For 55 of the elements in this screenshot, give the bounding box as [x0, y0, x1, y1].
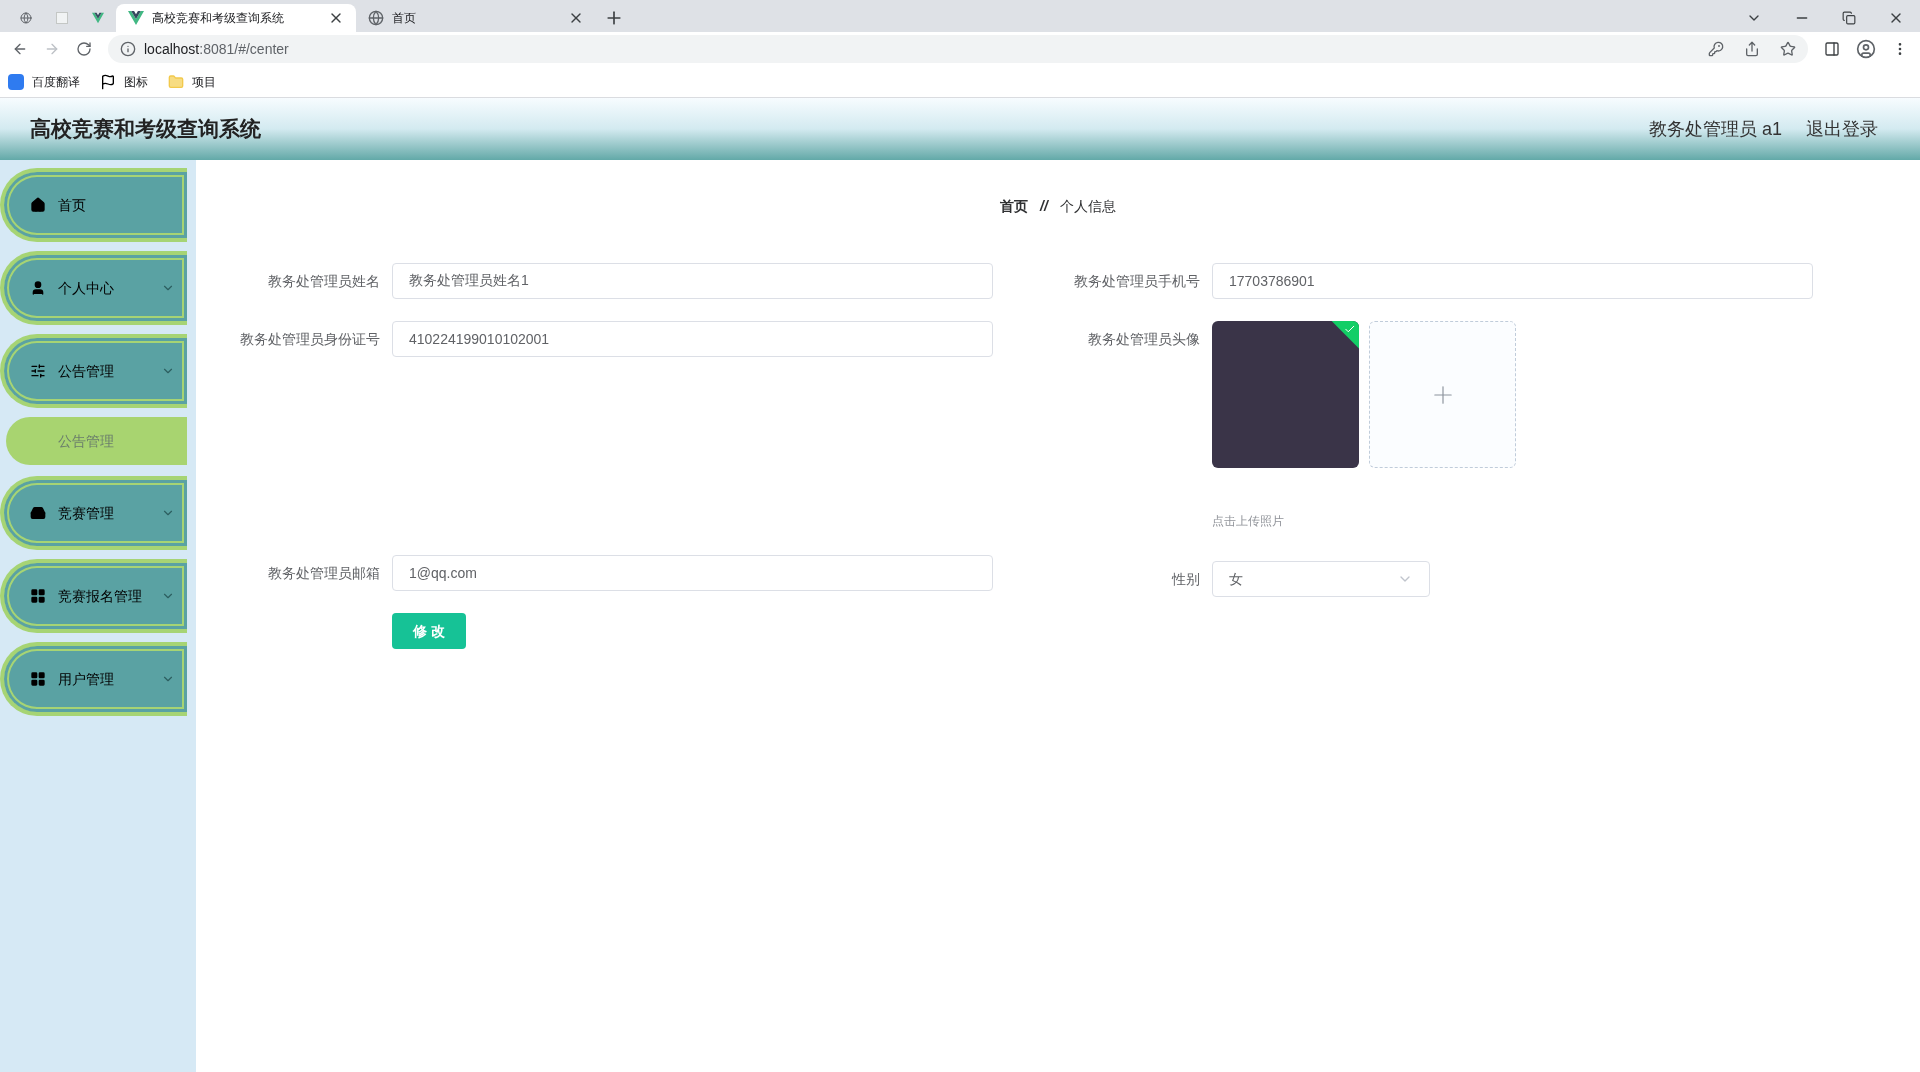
sliders-icon: [30, 363, 46, 379]
gender-select[interactable]: 女: [1212, 561, 1430, 597]
tab-title: 高校竞赛和考级查询系统: [152, 10, 285, 27]
menu-item[interactable]: 公告管理: [0, 334, 187, 408]
restore-icon[interactable]: [1842, 11, 1856, 25]
field-label: 教务处管理员手机号: [1074, 272, 1200, 289]
page-icon: [56, 12, 68, 24]
bookmark[interactable]: 图标: [100, 72, 148, 91]
home-icon: [30, 197, 46, 213]
grid-icon: [30, 671, 46, 687]
email-input[interactable]: 1@qq.com: [392, 555, 993, 591]
field-label: 教务处管理员身份证号: [240, 330, 380, 347]
menu-item[interactable]: 用户管理: [0, 642, 187, 716]
profile-icon[interactable]: [1856, 39, 1876, 59]
menu-item[interactable]: 个人中心: [0, 251, 187, 325]
side-panel-icon[interactable]: [1824, 41, 1840, 57]
bookmark[interactable]: 百度翻译: [8, 72, 80, 91]
breadcrumb-current: 个人信息: [1059, 197, 1116, 216]
reload-icon[interactable]: [76, 41, 92, 57]
folder-icon: [168, 73, 184, 90]
v-logo-icon: [128, 10, 144, 26]
id-card-input[interactable]: 410224199010102001: [392, 321, 993, 357]
tray-icon: [30, 505, 46, 521]
tab-title: 首页: [392, 10, 417, 27]
browser-tab[interactable]: 高校竞赛和考级查询系统: [116, 4, 356, 32]
globe-icon: [20, 10, 32, 26]
upload-hint: 点击上传照片: [1212, 513, 1285, 530]
bookmark[interactable]: 项目: [168, 72, 216, 91]
field-label: 教务处管理员邮箱: [268, 564, 380, 581]
breadcrumb-link[interactable]: 首页: [1000, 196, 1029, 217]
address-bar[interactable]: localhost:8081/#/center: [108, 35, 1808, 63]
menu-item[interactable]: 竞赛管理: [0, 476, 187, 550]
flag-icon: [100, 73, 116, 90]
share-icon[interactable]: [1744, 41, 1760, 57]
key-icon[interactable]: [1708, 41, 1724, 57]
name-input[interactable]: 教务处管理员姓名1: [392, 263, 993, 299]
grid-icon: [30, 588, 46, 604]
translate-icon: [8, 73, 24, 90]
breadcrumb-separator: //: [1040, 197, 1048, 216]
phone-input[interactable]: 17703786901: [1212, 263, 1813, 299]
browser-tab[interactable]: 首页: [356, 4, 596, 32]
menu-item[interactable]: 首页: [0, 168, 187, 242]
field-label: 教务处管理员姓名: [268, 272, 380, 289]
user-name: 教务处管理员 a1: [1648, 117, 1782, 141]
field-label: 性别: [1172, 570, 1200, 587]
app-title: 高校竞赛和考级查询系统: [30, 116, 261, 143]
star-icon[interactable]: [1780, 41, 1796, 57]
menu-item[interactable]: 竞赛报名管理: [0, 559, 187, 633]
user-icon: [30, 280, 46, 296]
globe-icon: [368, 10, 384, 26]
field-label: 教务处管理员头像: [1088, 331, 1200, 347]
logout-link[interactable]: 退出登录: [1806, 115, 1878, 143]
info-icon[interactable]: [120, 41, 136, 57]
back-icon[interactable]: [12, 41, 28, 57]
url-text: localhost:8081/#/center: [144, 39, 289, 59]
